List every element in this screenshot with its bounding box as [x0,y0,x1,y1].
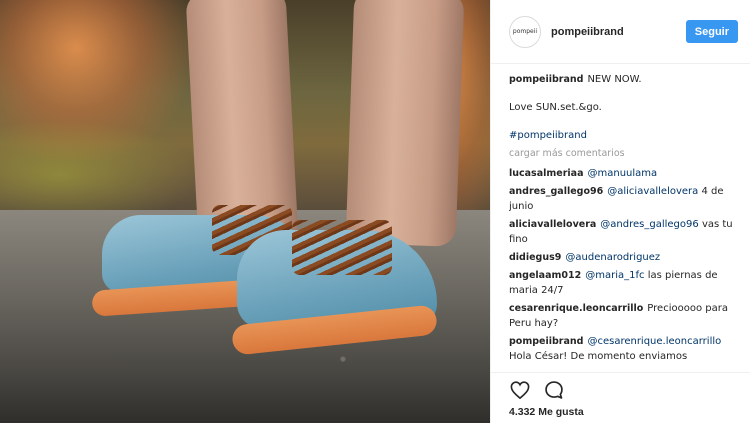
comment-mention[interactable]: @manuulama [588,168,658,179]
caption-hashtag[interactable]: #pompeiibrand [509,128,737,143]
comment-item: angelaam012 @maria_1fc las piernas de mar… [509,268,737,298]
follow-button[interactable]: Seguir [685,20,738,43]
post-actions-bar [509,380,739,400]
caption-line-2: Love SUN.set.&go. [509,102,602,113]
comment-username[interactable]: cesarenrique.leoncarrillo [509,303,643,314]
comment-item: lucasalmeriaa @manuulama [509,166,737,181]
comments-list[interactable]: pompeiibrand NEW NOW. Love SUN.set.&go. #… [509,72,737,372]
comment-mention[interactable]: @aliciavallelovera [607,186,698,197]
likes-count[interactable]: 4.332 Me gusta [509,406,584,418]
comment-username[interactable]: pompeiibrand [509,336,583,347]
comment-username[interactable]: didiegus9 [509,252,561,263]
load-more-comments-link[interactable]: cargar más comentarios [509,146,737,161]
comment-item: andres_gallego96 @aliciavallelovera 4 de … [509,184,737,214]
comment-mention[interactable]: @audenarodriguez [565,252,660,263]
comment-item: cesarenrique.leoncarrillo Preciooooo para… [509,301,737,331]
caption-username[interactable]: pompeiibrand [509,74,583,85]
header-username[interactable]: pompeiibrand [551,26,686,38]
comment-item: pompeiibrand @cesarenrique.leoncarrillo H… [509,334,737,364]
comment-mention[interactable]: @cesarenrique.leoncarrillo [587,336,721,347]
post-header: pompeii pompeiibrand Seguir [491,0,750,64]
avatar-logo-text: pompeii [512,28,538,35]
comment-mention[interactable]: @andres_gallego96 [600,219,698,230]
comment-icon[interactable] [543,379,565,401]
photo-right-leg [345,0,465,247]
photo-right-shoe [230,220,442,356]
post-side-panel: pompeii pompeiibrand Seguir pompeiibrand… [490,0,750,423]
heart-icon[interactable] [509,379,531,401]
shoe-laces [292,220,392,275]
comment-username[interactable]: aliciavallelovera [509,219,596,230]
caption-line-1: NEW NOW. [587,74,642,85]
actions-divider [491,372,750,373]
post-photo[interactable] [0,0,490,423]
avatar[interactable]: pompeii [509,15,541,48]
comment-username[interactable]: lucasalmeriaa [509,168,584,179]
comment-username[interactable]: angelaam012 [509,270,581,281]
comment-mention[interactable]: @maria_1fc [585,270,644,281]
caption: pompeiibrand NEW NOW. [509,72,737,87]
comment-text: Hola César! De momento enviamos [509,351,688,362]
comment-item: didiegus9 @audenarodriguez [509,250,737,265]
comment-username[interactable]: andres_gallego96 [509,186,603,197]
comment-item: aliciavallelovera @andres_gallego96 vas t… [509,217,737,247]
